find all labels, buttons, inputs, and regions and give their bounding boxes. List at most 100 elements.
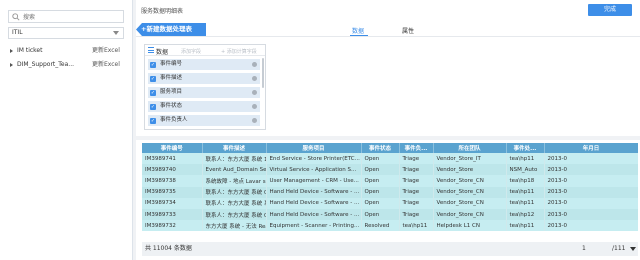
sidebar: ITIL IM ticket 更新Excel DIM_Support_Tea..… — [0, 0, 133, 260]
add-field-button[interactable]: 添加字段 — [181, 48, 201, 55]
checkbox[interactable]: ✓ — [150, 103, 156, 110]
table-cell: IM3989740 — [142, 164, 203, 176]
field-options-icon[interactable] — [252, 90, 257, 95]
search-input[interactable] — [23, 12, 121, 22]
column-header[interactable]: 所在团队 — [433, 143, 507, 153]
table-cell: Virtual Service - Application S... — [266, 164, 362, 176]
table-cell: 联系人：东方大厦 系统 1580... — [202, 153, 267, 165]
table-cell: Hand Held Device - Software - ... — [266, 197, 362, 209]
field-options-icon[interactable] — [252, 62, 257, 67]
table-category-select[interactable]: ITIL — [8, 27, 124, 39]
checkbox[interactable]: ✓ — [150, 117, 156, 124]
tab-bar: 数据 属性 — [346, 23, 446, 37]
table-cell: 2013-0 — [544, 153, 638, 165]
field-options-icon[interactable] — [252, 76, 257, 81]
column-header[interactable]: 事件状态 — [361, 143, 400, 153]
table-cell: Triage — [399, 164, 434, 176]
fields-panel: 数据 添加字段 + 添加计算字段 ✓ 事件编号 ✓ 事件描述 ✓ 服务项目 ✓ … — [144, 44, 266, 130]
tab-data[interactable]: 数据 — [352, 26, 364, 35]
table-cell: tea\hp11 — [506, 220, 545, 232]
table-cell: Open — [361, 175, 400, 187]
table-row: IM3989734 联系人：东方大厦 系统 系统 022-... Hand He… — [142, 197, 638, 209]
column-header[interactable]: 事件描述 — [202, 143, 267, 153]
done-button[interactable]: 完成 — [588, 4, 632, 16]
column-header[interactable]: 事件负... — [399, 143, 434, 153]
table-cell: tea\hp11 — [506, 153, 545, 165]
table-cell: Triage — [399, 153, 434, 165]
field-label: 事件编号 — [160, 61, 183, 67]
table-cell: Open — [361, 186, 400, 198]
table-cell: 2013-0 — [544, 220, 638, 232]
field-item[interactable]: ✓ 服务项目 — [148, 87, 260, 98]
table-cell: 2013-0 — [544, 175, 638, 187]
table-row: IM3989732 东方大厦 系统 - 无法 Read... Equipment… — [142, 220, 638, 232]
column-header[interactable]: 服务项目 — [266, 143, 362, 153]
table-row: IM3989740 Event Aud_Domain Server... Vir… — [142, 164, 638, 176]
table-row: IM3989733 联系人：东方大厦 系统 022-... Hand Held … — [142, 208, 638, 221]
table-cell: Vendor_Store_CN — [433, 186, 507, 198]
table-cell: tea\hp11 — [399, 220, 434, 232]
expand-arrow-icon[interactable] — [10, 49, 13, 53]
field-item[interactable]: ✓ 事件状态 — [148, 101, 260, 112]
table-cell: 系统故障 - 地点 Lavar sopport sys... — [202, 175, 267, 187]
table-cell: Vendor_Store_CN — [433, 175, 507, 187]
field-item[interactable]: ✓ 事件负责人 — [148, 115, 260, 126]
field-options-icon[interactable] — [252, 118, 257, 123]
table-cell: Vendor_Store — [433, 164, 507, 176]
field-label: 事件状态 — [160, 103, 183, 109]
column-header[interactable]: 年月日 — [544, 143, 638, 153]
divider — [136, 36, 640, 37]
checkbox[interactable]: ✓ — [150, 61, 156, 68]
table-row: IM3989741 联系人：东方大厦 系统 1580... End Servic… — [142, 153, 638, 165]
new-processing-table-button[interactable]: +新建数据处理表 — [136, 23, 206, 36]
checkbox[interactable]: ✓ — [150, 75, 156, 82]
table-cell: Open — [361, 197, 400, 209]
table-cell: Hand Held Device - Software - ... — [266, 186, 362, 198]
tree-item-status: 更新Excel — [92, 47, 120, 54]
table-cell: Open — [361, 208, 400, 221]
column-header[interactable]: 事件编号 — [142, 143, 203, 153]
table-cell: Hand Held Device - Software - ... — [266, 208, 362, 221]
table-cell: Triage — [399, 175, 434, 187]
table-cell: User Management - CRM - Use... — [266, 175, 362, 187]
table-cell: 联系人：东方大厦 系统 022-... — [202, 186, 267, 198]
expand-arrow-icon[interactable] — [10, 63, 13, 67]
select-value: ITIL — [12, 29, 23, 36]
column-header[interactable]: 事件处... — [506, 143, 545, 153]
fields-panel-header: 数据 添加字段 + 添加计算字段 — [145, 45, 265, 56]
field-item[interactable]: ✓ 事件描述 — [148, 73, 260, 84]
table-footer: 共 11004 条数据 1 /111 — [142, 242, 638, 256]
table-cell: IM3989732 — [142, 220, 203, 232]
table-cell: 2013-0 — [544, 208, 638, 221]
page-dropdown-icon[interactable] — [630, 247, 636, 251]
table-cell: NSM_Auto — [506, 164, 545, 176]
scrollbar[interactable] — [262, 58, 264, 88]
table-cell: 2013-0 — [544, 186, 638, 198]
table-cell: Helpdesk L1 CN — [433, 220, 507, 232]
list-icon — [148, 47, 154, 53]
table-cell: Triage — [399, 208, 434, 221]
checkbox[interactable]: ✓ — [150, 89, 156, 96]
table-row: IM3989735 联系人：东方大厦 系统 022-... Hand Held … — [142, 186, 638, 198]
tree-item-im-ticket[interactable]: IM ticket 更新Excel — [8, 44, 128, 58]
tab-properties[interactable]: 属性 — [402, 26, 414, 35]
table-cell: IM3989741 — [142, 153, 203, 165]
search-icon — [12, 13, 20, 21]
search-box[interactable] — [8, 10, 124, 23]
page-total: /111 — [612, 245, 626, 252]
add-calc-field-button[interactable]: + 添加计算字段 — [221, 48, 257, 55]
table-cell: IM3989733 — [142, 208, 203, 221]
field-label: 事件负责人 — [160, 117, 188, 123]
table-cell: Triage — [399, 197, 434, 209]
tree-item-status: 更新Excel — [92, 61, 120, 68]
field-options-icon[interactable] — [252, 104, 257, 109]
page-number[interactable]: 1 — [582, 242, 586, 256]
fields-panel-title: 数据 — [156, 49, 169, 56]
tree-item-dim-support-team[interactable]: DIM_Support_Tea... 更新Excel — [8, 58, 128, 72]
table-cell: tea\hp12 — [506, 208, 545, 221]
table-cell: Vendor_Store_CN — [433, 197, 507, 209]
table-cell: Vendor_Store_IT — [433, 153, 507, 165]
field-item[interactable]: ✓ 事件编号 — [148, 59, 260, 70]
table-cell: Open — [361, 153, 400, 165]
table-cell: IM3989734 — [142, 197, 203, 209]
